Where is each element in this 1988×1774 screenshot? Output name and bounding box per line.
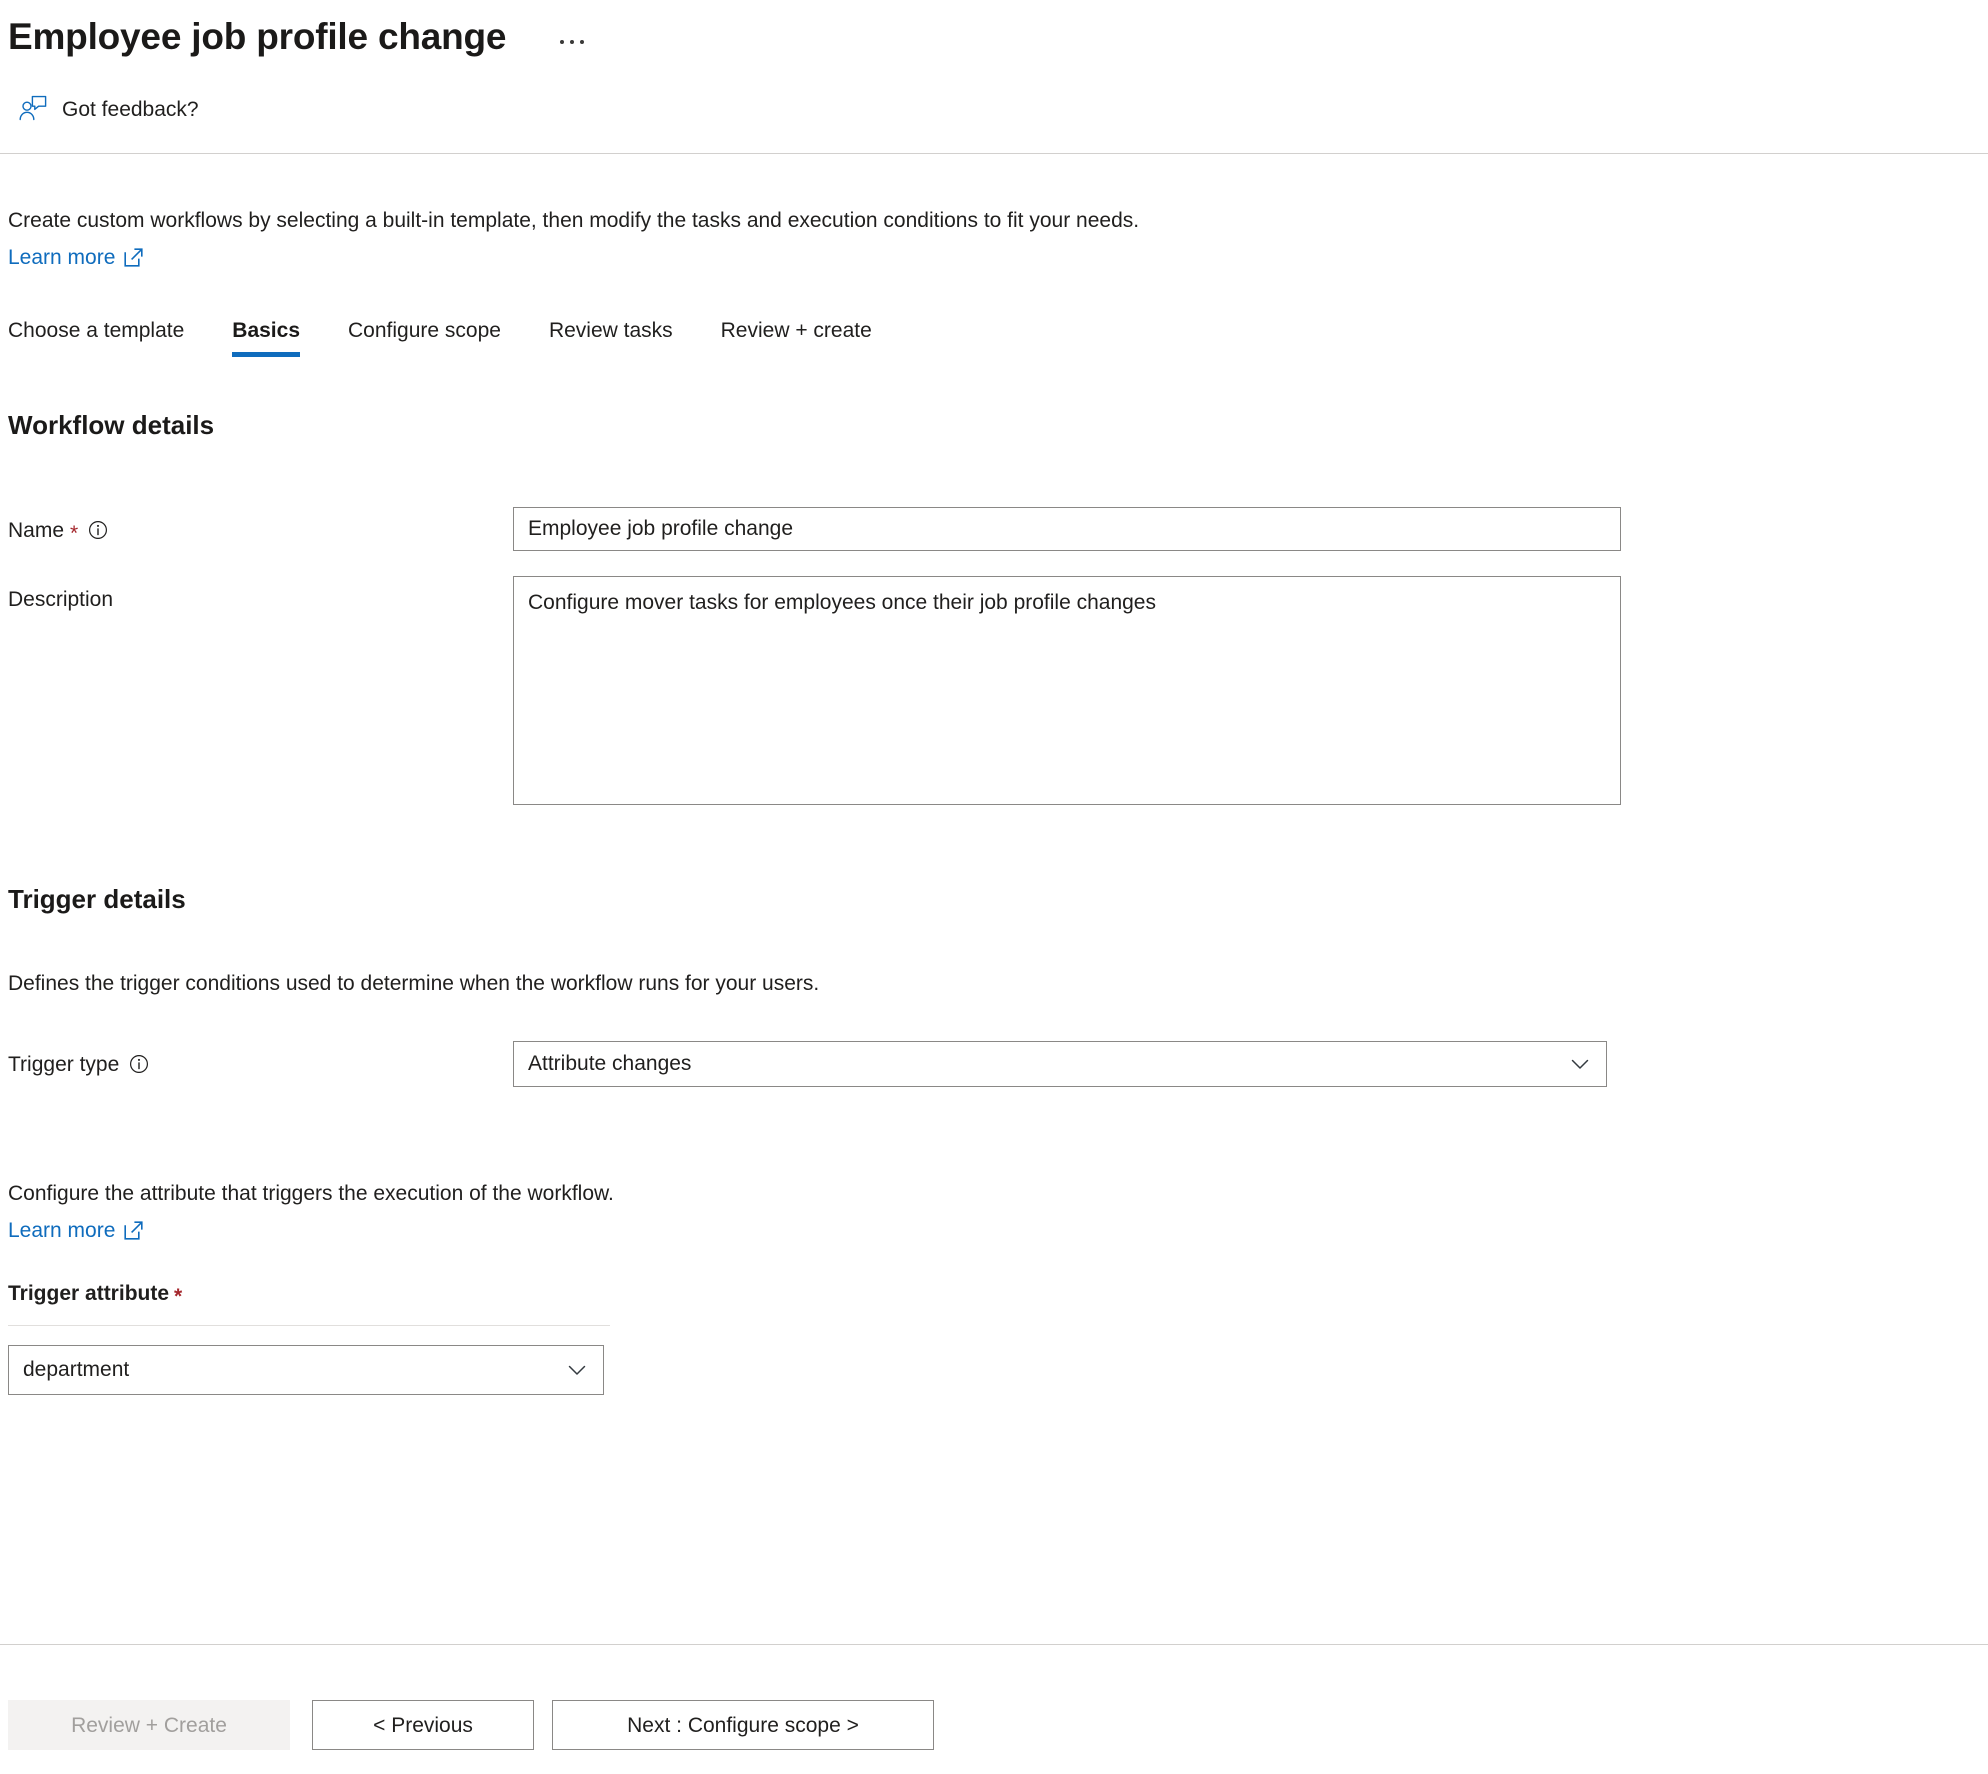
- name-label-group: Name *: [8, 507, 513, 545]
- description-textarea[interactable]: [513, 575, 1621, 805]
- tab-review-tasks[interactable]: Review tasks: [525, 318, 697, 357]
- ellipsis-dot-icon: [560, 40, 565, 44]
- trigger-details-heading: Trigger details: [8, 883, 186, 914]
- trigger-type-label-group: Trigger type: [8, 1041, 513, 1077]
- ellipsis-dot-icon: [580, 40, 585, 44]
- intro-learn-more-row: Learn more: [8, 246, 1988, 270]
- name-required-marker: *: [70, 521, 79, 545]
- name-field-row: Name *: [8, 506, 1988, 551]
- wizard-tabs: Choose a template Basics Configure scope…: [8, 318, 1988, 358]
- description-label-group: Description: [8, 576, 513, 612]
- tab-review-create[interactable]: Review + create: [697, 318, 896, 357]
- info-icon[interactable]: [129, 1054, 149, 1074]
- workflow-basics-page: Employee job profile change Got feedback…: [0, 0, 1988, 1774]
- trigger-details-description: Defines the trigger conditions used to d…: [8, 972, 820, 996]
- external-link-icon: [124, 248, 143, 268]
- name-input[interactable]: [513, 506, 1621, 551]
- trigger-attribute-required-marker: *: [174, 1285, 183, 1309]
- got-feedback-button[interactable]: Got feedback?: [18, 94, 199, 124]
- attribute-learn-more-row: Learn more: [8, 1219, 1988, 1243]
- more-options-button[interactable]: [558, 36, 586, 48]
- workflow-details-heading: Workflow details: [8, 410, 215, 441]
- learn-more-link[interactable]: Learn more: [8, 246, 143, 270]
- trigger-attribute-label-group: Trigger attribute *: [8, 1281, 1988, 1309]
- got-feedback-label: Got feedback?: [62, 97, 199, 121]
- ellipsis-dot-icon: [570, 40, 575, 44]
- trigger-type-selected-value: Attribute changes: [528, 1051, 692, 1075]
- trigger-attribute-select-wrap: department: [8, 1344, 604, 1395]
- trigger-type-row: Trigger type Attribute changes: [8, 1040, 1988, 1087]
- tab-choose-a-template[interactable]: Choose a template: [8, 318, 208, 357]
- footer-divider: [0, 1644, 1988, 1645]
- description-label: Description: [8, 587, 114, 611]
- info-icon[interactable]: [88, 520, 108, 540]
- page-title: Employee job profile change: [8, 16, 507, 57]
- learn-more-link-attribute[interactable]: Learn more: [8, 1219, 143, 1243]
- next-configure-scope-button[interactable]: Next : Configure scope >: [552, 1700, 934, 1750]
- learn-more-label: Learn more: [8, 1218, 116, 1242]
- trigger-attribute-divider: [8, 1324, 610, 1326]
- page-content: Create custom workflows by selecting a b…: [0, 207, 1988, 1395]
- trigger-attribute-select[interactable]: department: [8, 1344, 604, 1395]
- person-feedback-icon: [18, 94, 48, 124]
- intro-text: Create custom workflows by selecting a b…: [8, 209, 1140, 233]
- trigger-type-select[interactable]: Attribute changes: [513, 1040, 1607, 1087]
- description-field-row: Description: [8, 575, 1988, 805]
- footer-button-bar: Review + Create < Previous Next : Config…: [8, 1700, 934, 1750]
- trigger-attribute-selected-value: department: [23, 1357, 130, 1381]
- tab-basics[interactable]: Basics: [208, 318, 324, 358]
- trigger-attribute-description: Configure the attribute that triggers th…: [8, 1181, 614, 1205]
- header-divider: [0, 153, 1988, 155]
- trigger-type-select-wrap: Attribute changes: [513, 1040, 1607, 1087]
- previous-button[interactable]: < Previous: [312, 1700, 534, 1750]
- page-header: Employee job profile change: [0, 0, 1988, 60]
- trigger-attribute-label: Trigger attribute: [8, 1281, 170, 1305]
- external-link-icon: [124, 1221, 143, 1240]
- name-label: Name: [8, 518, 65, 542]
- review-create-button: Review + Create: [8, 1700, 290, 1750]
- learn-more-label: Learn more: [8, 245, 116, 269]
- trigger-type-label: Trigger type: [8, 1052, 120, 1076]
- tab-configure-scope[interactable]: Configure scope: [324, 318, 525, 357]
